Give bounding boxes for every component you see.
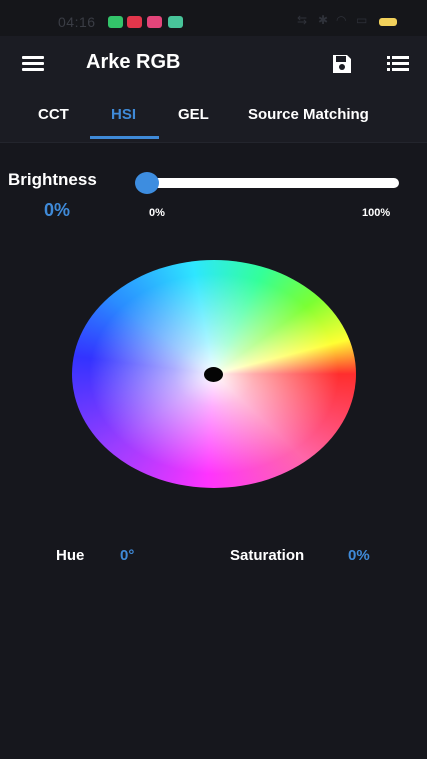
brightness-value: 0% [44,200,71,220]
menu-icon[interactable] [22,56,44,72]
slider-min-label: 0% [149,207,165,219]
color-wheel-handle[interactable] [204,367,223,382]
tab-cct[interactable]: CCT [38,106,69,123]
active-tab-indicator [90,136,159,139]
app-title: Arke RGB [86,51,181,73]
hue-value: 0° [120,547,135,564]
saturation-value: 0% [348,547,370,564]
mode-tabs: CCT HSI GEL Source Matching [0,90,427,143]
tab-source-matching[interactable]: Source Matching [248,106,369,123]
cast-icon: ▭ [356,13,368,27]
brightness-label: Brightness [8,170,97,189]
notification-icon [127,16,142,28]
list-icon[interactable] [387,55,409,73]
saturation-label: Saturation [230,547,305,564]
notification-icon [108,16,123,28]
battery-icon [379,18,397,26]
data-speed-icon: ⇆ [297,13,308,27]
notification-icon [168,16,183,28]
brightness-slider-thumb[interactable] [135,172,159,194]
slider-max-label: 100% [362,207,391,219]
bluetooth-icon: ✱ [318,13,329,27]
hue-label: Hue [56,547,85,564]
notification-icon [147,16,162,28]
status-bar: 04:16 ⇆ ✱ ◠ ▭ [0,0,427,36]
tab-hsi[interactable]: HSI [111,106,136,123]
brightness-slider[interactable] [147,178,399,188]
app-bar: Arke RGB [0,36,427,90]
status-time: 04:16 [58,14,96,30]
save-icon[interactable] [331,53,353,75]
tab-gel[interactable]: GEL [178,106,209,123]
wifi-icon: ◠ [336,13,347,27]
